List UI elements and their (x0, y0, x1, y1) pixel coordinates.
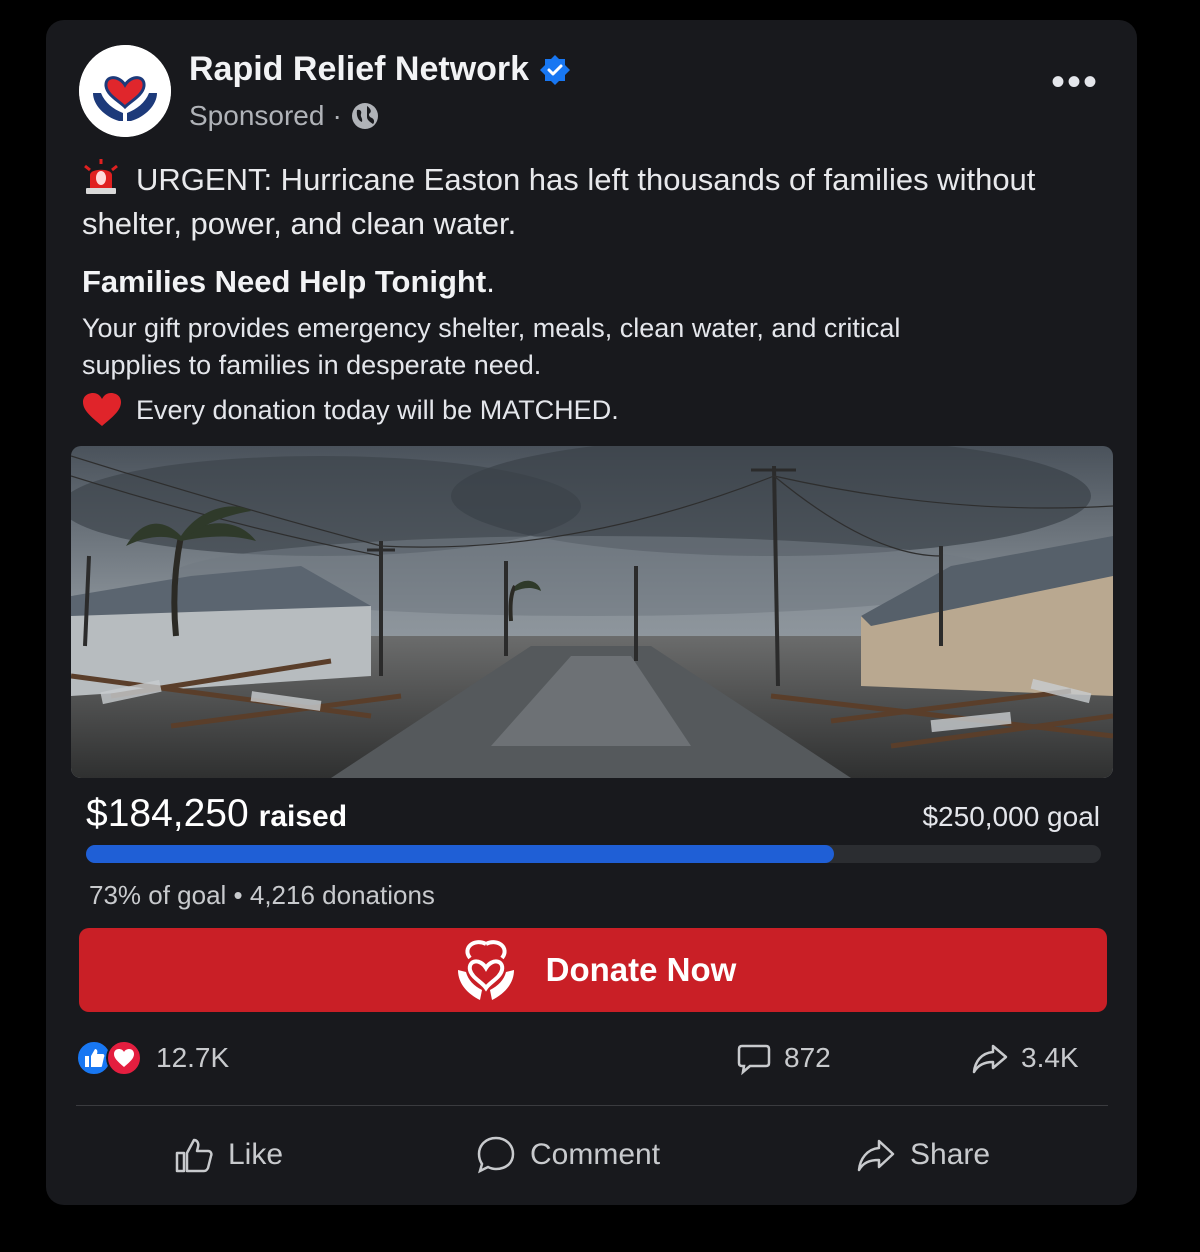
comment-button[interactable]: Comment (476, 1135, 660, 1175)
raised-amount-value: $184,250 (86, 792, 249, 835)
more-options-icon[interactable]: ••• (1051, 60, 1099, 104)
comment-icon (737, 1044, 771, 1076)
share-icon (857, 1139, 895, 1172)
share-label[interactable]: Share (910, 1138, 990, 1172)
match-line: Every donation today will be MATCHED. (82, 392, 619, 428)
like-label[interactable]: Like (228, 1138, 283, 1172)
headline-period: . (486, 264, 495, 299)
hurricane-damage-photo[interactable] (71, 446, 1113, 778)
fundraiser-progress-fill (86, 845, 835, 863)
share-button[interactable]: Share (856, 1135, 990, 1175)
globe-icon (351, 103, 378, 129)
sponsored-line: Sponsored · (189, 100, 380, 132)
fundraiser-progress-bar (86, 845, 1101, 863)
hands-heart-logo-icon (79, 45, 171, 137)
sponsored-post-card: Rapid Relief Network Sponsored · ••• URG… (46, 20, 1137, 1205)
goal-text: $250,000 goal (922, 801, 1100, 832)
love-reaction-icon (106, 1040, 142, 1076)
page-avatar[interactable] (79, 45, 171, 137)
more-options-button[interactable]: ••• (1051, 62, 1099, 102)
post-headline: Families Need Help Tonight. (82, 264, 495, 300)
urgent-paragraph: URGENT: Hurricane Easton has left thousa… (82, 158, 1082, 246)
match-text: Every donation today will be MATCHED. (136, 394, 619, 425)
share-icon (972, 1044, 1008, 1074)
hurricane-damage-image (71, 446, 1113, 778)
donate-now-button[interactable]: Donate Now (79, 928, 1107, 1012)
shares-count-text[interactable]: 3.4K (1021, 1042, 1079, 1074)
comments-count[interactable]: 872 (736, 1040, 831, 1076)
sponsored-label: Sponsored (189, 100, 325, 131)
post-body: Your gift provides emergency shelter, me… (82, 313, 901, 380)
urgent-text: URGENT: Hurricane Easton has left thousa… (82, 162, 1036, 241)
reactions-summary[interactable]: 12.7K (76, 1040, 229, 1076)
separator-dot: · (332, 100, 342, 131)
heart-icon (83, 393, 121, 426)
like-button[interactable]: Like (174, 1135, 283, 1175)
raised-amount: $184,250 raised (86, 792, 347, 836)
fundraiser-stats: 73% of goal • 4,216 donations (89, 880, 435, 910)
reactions-count[interactable]: 12.7K (156, 1042, 229, 1074)
donate-now-label[interactable]: Donate Now (546, 951, 737, 989)
comment-label[interactable]: Comment (530, 1138, 660, 1172)
page-name[interactable]: Rapid Relief Network (189, 50, 571, 89)
actions-divider (76, 1105, 1108, 1106)
hands-heart-icon (457, 940, 514, 1000)
thumbs-up-icon (175, 1138, 213, 1173)
headline-text: Families Need Help Tonight (82, 264, 487, 299)
raised-label: raised (258, 800, 348, 833)
comment-icon (477, 1136, 515, 1174)
siren-icon (84, 159, 118, 194)
comments-count-text[interactable]: 872 (784, 1042, 831, 1074)
page-name-text[interactable]: Rapid Relief Network (189, 50, 529, 89)
verified-badge-icon (540, 54, 571, 85)
shares-count[interactable]: 3.4K (971, 1040, 1079, 1076)
